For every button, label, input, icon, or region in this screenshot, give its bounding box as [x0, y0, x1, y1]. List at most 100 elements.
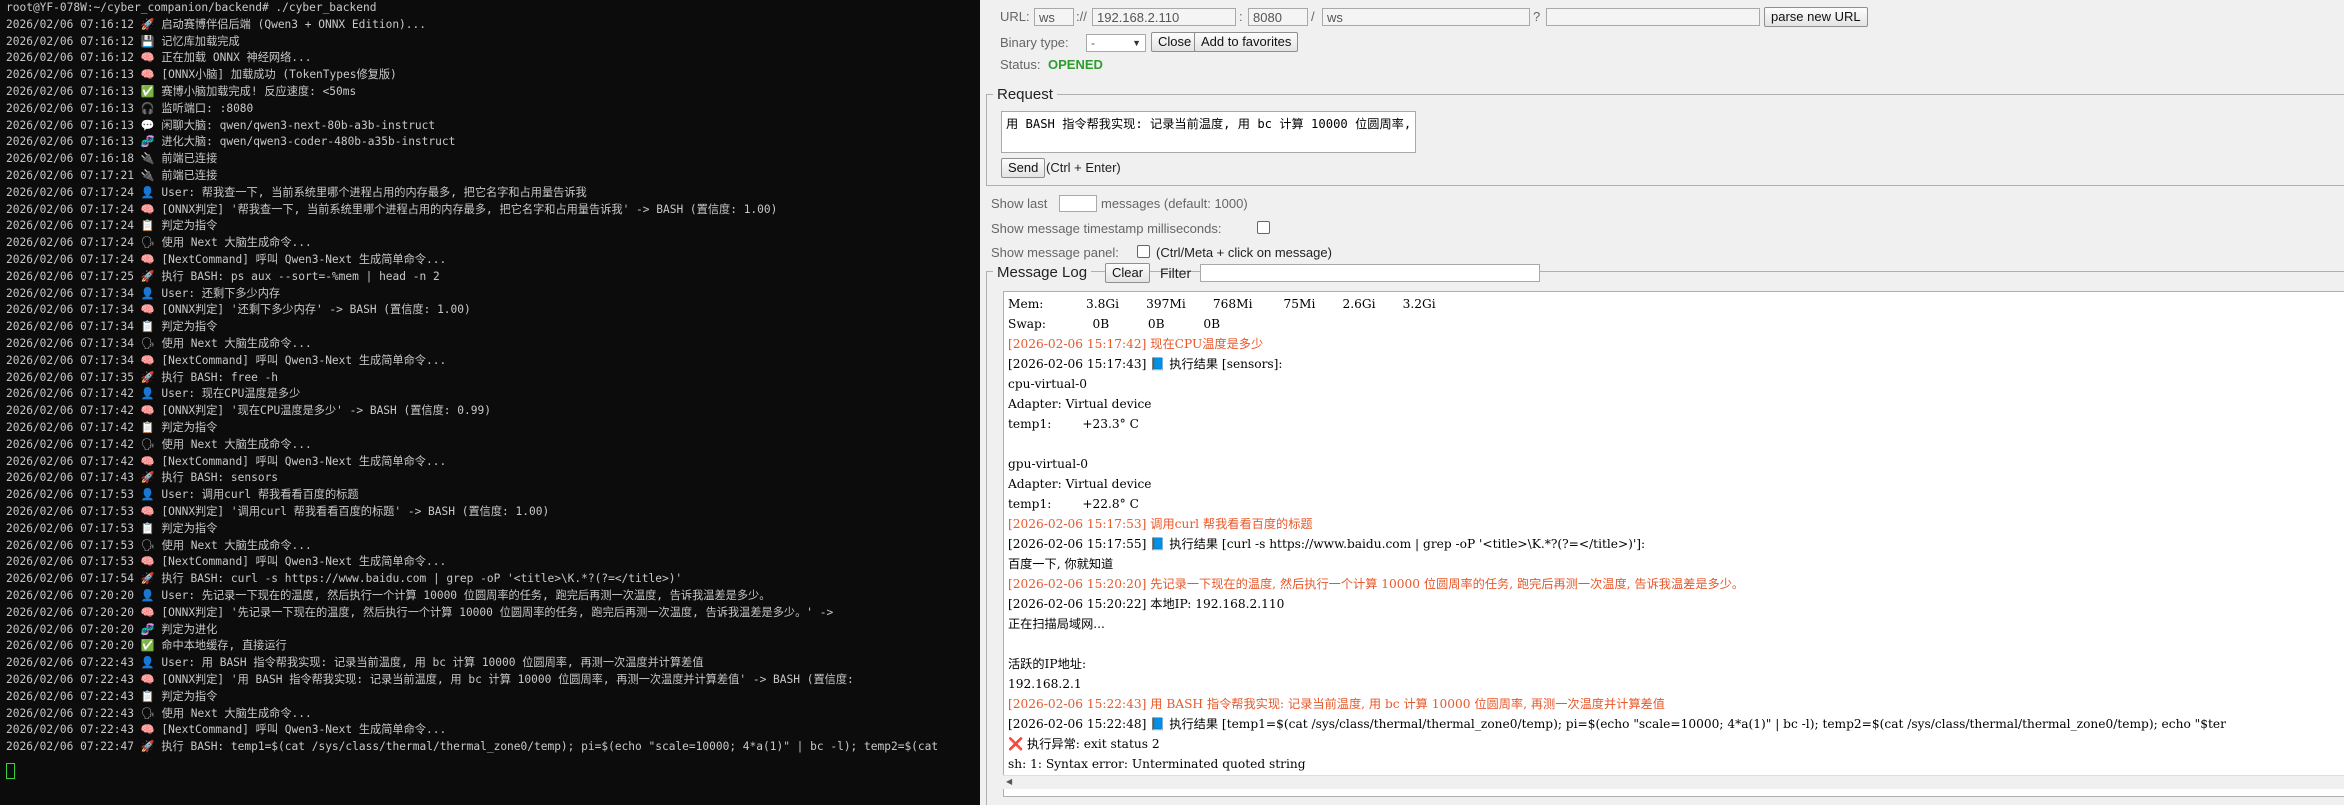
terminal-line: 2026/02/06 07:22:43 👤 User: 用 BASH 指令帮我实… — [6, 656, 704, 670]
terminal-line: 2026/02/06 07:17:24 👤 User: 帮我查一下, 当前系统里… — [6, 185, 587, 199]
scheme-input[interactable] — [1034, 8, 1074, 26]
log-received-message[interactable]: temp1: +23.3° C — [1008, 414, 1139, 434]
terminal-line: 2026/02/06 07:17:21 🔌 前端已连接 — [6, 169, 218, 182]
terminal-line: 2026/02/06 07:16:13 🎧 监听端口: :8080 — [6, 101, 254, 115]
horizontal-scrollbar[interactable]: ◀ — [1003, 775, 2344, 789]
show-last-suffix: messages (default: 1000) — [1101, 196, 1248, 211]
url-label: URL: — [1000, 9, 1030, 24]
timestamp-ms-checkbox[interactable] — [1257, 221, 1270, 234]
log-received-message[interactable]: Adapter: Virtual device — [1008, 474, 1152, 494]
terminal-line: 2026/02/06 07:17:53 🗣 使用 Next 大脑生成命令... — [6, 538, 312, 552]
log-sent-message[interactable]: [2026-02-06 15:22:43] 用 BASH 指令帮我实现: 记录当… — [1008, 694, 1665, 714]
log-received-message[interactable]: [2026-02-06 15:17:55] 📘 执行结果 [curl -s ht… — [1008, 534, 1645, 554]
binary-type-select[interactable]: - ▼ — [1086, 34, 1146, 52]
terminal-line: 2026/02/06 07:17:34 👤 User: 还剩下多少内存 — [6, 286, 281, 300]
log-received-message[interactable]: 活跃的IP地址: — [1008, 654, 1086, 674]
message-panel-hint: (Ctrl/Meta + click on message) — [1156, 245, 1332, 260]
log-received-message[interactable]: Mem: 3.8Gi 397Mi 768Mi 75Mi 2.6Gi 3.2Gi — [1008, 294, 1436, 314]
log-received-message[interactable]: 百度一下, 你就知道 — [1008, 554, 1113, 574]
close-button[interactable]: Close — [1151, 32, 1199, 52]
log-received-message[interactable]: temp1: +22.8° C — [1008, 494, 1139, 514]
chevron-down-icon: ▼ — [1132, 38, 1141, 48]
binary-type-label: Binary type: — [1000, 35, 1069, 50]
terminal-line: 2026/02/06 07:17:43 🚀 执行 BASH: sensors — [6, 471, 279, 485]
terminal-cursor — [6, 763, 15, 779]
path-input[interactable] — [1322, 8, 1530, 26]
terminal-line: 2026/02/06 07:17:25 🚀 执行 BASH: ps aux --… — [6, 269, 440, 283]
log-received-message[interactable]: [2026-02-06 15:20:22] 本地IP: 192.168.2.11… — [1008, 594, 1284, 614]
message-log-list[interactable]: Mem: 3.8Gi 397Mi 768Mi 75Mi 2.6Gi 3.2Gi S… — [1003, 291, 2344, 797]
log-received-message[interactable]: [2026-02-06 15:17:43] 📘 执行结果 [sensors]: — [1008, 354, 1283, 374]
terminal-line: 2026/02/06 07:17:24 📋 判定为指令 — [6, 219, 218, 233]
terminal-line: 2026/02/06 07:16:12 💾 记忆库加载完成 — [6, 34, 240, 48]
terminal-line: 2026/02/06 07:16:18 🔌 前端已连接 — [6, 152, 218, 166]
binary-type-value: - — [1091, 36, 1095, 50]
terminal-line: 2026/02/06 07:17:34 📋 判定为指令 — [6, 320, 218, 334]
message-panel-label: Show message panel: — [991, 245, 1119, 260]
terminal-line: 2026/02/06 07:22:47 🚀 执行 BASH: temp1=$(c… — [6, 740, 939, 754]
log-received-message[interactable]: gpu-virtual-0 — [1008, 454, 1088, 474]
log-received-message[interactable]: ❌ 执行异常: exit status 2 — [1008, 734, 1160, 754]
timestamp-ms-label: Show message timestamp milliseconds: — [991, 221, 1222, 236]
log-sent-message[interactable]: [2026-02-06 15:17:53] 调用curl 帮我看看百度的标题 — [1008, 514, 1313, 534]
message-log-legend: Message Log — [993, 264, 1092, 281]
terminal-line: 2026/02/06 07:22:43 🧠 [ONNX判定] '用 BASH 指… — [6, 673, 854, 686]
scroll-left-arrow-icon[interactable]: ◀ — [1006, 777, 1012, 786]
terminal-line: 2026/02/06 07:22:43 📋 判定为指令 — [6, 689, 218, 703]
send-button[interactable]: Send — [1001, 158, 1046, 178]
terminal-line: 2026/02/06 07:17:42 🧠 [ONNX判定] '现在CPU温度是… — [6, 404, 491, 418]
terminal-line: 2026/02/06 07:20:20 👤 User: 先记录一下现在的温度, … — [6, 589, 771, 602]
request-textarea[interactable]: 用 BASH 指令帮我实现: 记录当前温度, 用 bc 计算 10000 位圆周… — [1001, 111, 1416, 153]
host-input[interactable] — [1092, 8, 1236, 26]
terminal-line: 2026/02/06 07:17:34 🧠 [ONNX判定] '还剩下多少内存'… — [6, 303, 471, 317]
query-input[interactable] — [1546, 8, 1760, 26]
log-received-message[interactable]: Swap: 0B 0B 0B — [1008, 314, 1220, 334]
show-last-input[interactable] — [1059, 195, 1097, 212]
terminal-line: 2026/02/06 07:16:13 🧬 进化大脑: qwen/qwen3-c… — [6, 135, 456, 149]
terminal-line: 2026/02/06 07:17:53 👤 User: 调用curl 帮我看看百… — [6, 488, 359, 502]
terminal-line: 2026/02/06 07:17:34 🗣 使用 Next 大脑生成命令... — [6, 337, 312, 350]
message-panel-checkbox[interactable] — [1137, 245, 1150, 258]
terminal-line: 2026/02/06 07:22:43 🧠 [NextCommand] 呼叫 Q… — [6, 723, 447, 737]
terminal-line: 2026/02/06 07:17:42 👤 User: 现在CPU温度是多少 — [6, 387, 301, 401]
log-received-message[interactable]: Adapter: Virtual device — [1008, 394, 1152, 414]
terminal-line: 2026/02/06 07:16:12 🚀 启动赛博伴侣后端 (Qwen3 + … — [6, 17, 426, 31]
terminal-window[interactable]: root@YF-078W:~/cyber_companion/backend# … — [0, 0, 980, 805]
parse-url-button[interactable]: parse new URL — [1764, 7, 1868, 27]
log-received-message[interactable]: cpu-virtual-0 — [1008, 374, 1087, 394]
terminal-line: 2026/02/06 07:17:24 🧠 [ONNX判定] '帮我查一下, 当… — [6, 202, 778, 216]
path-separator: / — [1311, 9, 1315, 24]
terminal-line: 2026/02/06 07:17:42 🗣 使用 Next 大脑生成命令... — [6, 437, 312, 451]
terminal-line: 2026/02/06 07:20:20 🧬 判定为进化 — [6, 622, 218, 636]
log-received-message[interactable]: [2026-02-06 15:22:48] 📘 执行结果 [temp1=$(ca… — [1008, 714, 2226, 734]
terminal-line: 2026/02/06 07:16:12 🧠 正在加载 ONNX 神经网络... — [6, 51, 312, 65]
terminal-line: 2026/02/06 07:17:54 🚀 执行 BASH: curl -s h… — [6, 572, 683, 586]
clear-log-button[interactable]: Clear — [1105, 263, 1151, 283]
terminal-line: 2026/02/06 07:20:20 ✅ 命中本地缓存, 直接运行 — [6, 639, 287, 653]
terminal-line: 2026/02/06 07:16:13 ✅ 赛博小脑加载完成! 反应速度: <5… — [6, 85, 357, 98]
terminal-line: 2026/02/06 07:20:20 🧠 [ONNX判定] '先记录一下现在的… — [6, 605, 834, 619]
terminal-line: 2026/02/06 07:17:53 🧠 [ONNX判定] '调用curl 帮… — [6, 505, 550, 518]
port-separator: : — [1239, 9, 1243, 24]
send-shortcut-hint: (Ctrl + Enter) — [1046, 160, 1121, 175]
log-received-message[interactable]: sh: 1: Syntax error: Unterminated quoted… — [1008, 754, 1306, 774]
terminal-line: 2026/02/06 07:17:42 📋 判定为指令 — [6, 421, 218, 434]
log-received-message[interactable]: 正在扫描局域网... — [1008, 614, 1105, 634]
log-received-message[interactable]: 192.168.2.1 — [1008, 674, 1082, 694]
show-last-label: Show last — [991, 196, 1048, 211]
log-sent-message[interactable]: [2026-02-06 15:20:20] 先记录一下现在的温度, 然后执行一个… — [1008, 574, 1744, 594]
port-input[interactable] — [1248, 8, 1308, 26]
status-value: OPENED — [1048, 57, 1103, 72]
terminal-line: 2026/02/06 07:16:13 💬 闲聊大脑: qwen/qwen3-n… — [6, 118, 436, 132]
terminal-line: 2026/02/06 07:17:24 🧠 [NextCommand] 呼叫 Q… — [6, 253, 447, 266]
terminal-line: root@YF-078W:~/cyber_companion/backend# … — [6, 1, 377, 14]
terminal-line: 2026/02/06 07:17:34 🧠 [NextCommand] 呼叫 Q… — [6, 353, 447, 367]
status-label: Status: — [1000, 57, 1041, 72]
filter-input[interactable] — [1200, 264, 1540, 282]
add-to-favorites-button[interactable]: Add to favorites — [1194, 32, 1299, 52]
request-legend: Request — [997, 86, 1053, 103]
terminal-line: 2026/02/06 07:17:24 🗣 使用 Next 大脑生成命令... — [6, 236, 312, 250]
filter-label: Filter — [1160, 265, 1192, 281]
terminal-line: 2026/02/06 07:17:35 🚀 执行 BASH: free -h — [6, 370, 279, 384]
log-sent-message[interactable]: [2026-02-06 15:17:42] 现在CPU温度是多少 — [1008, 334, 1263, 354]
